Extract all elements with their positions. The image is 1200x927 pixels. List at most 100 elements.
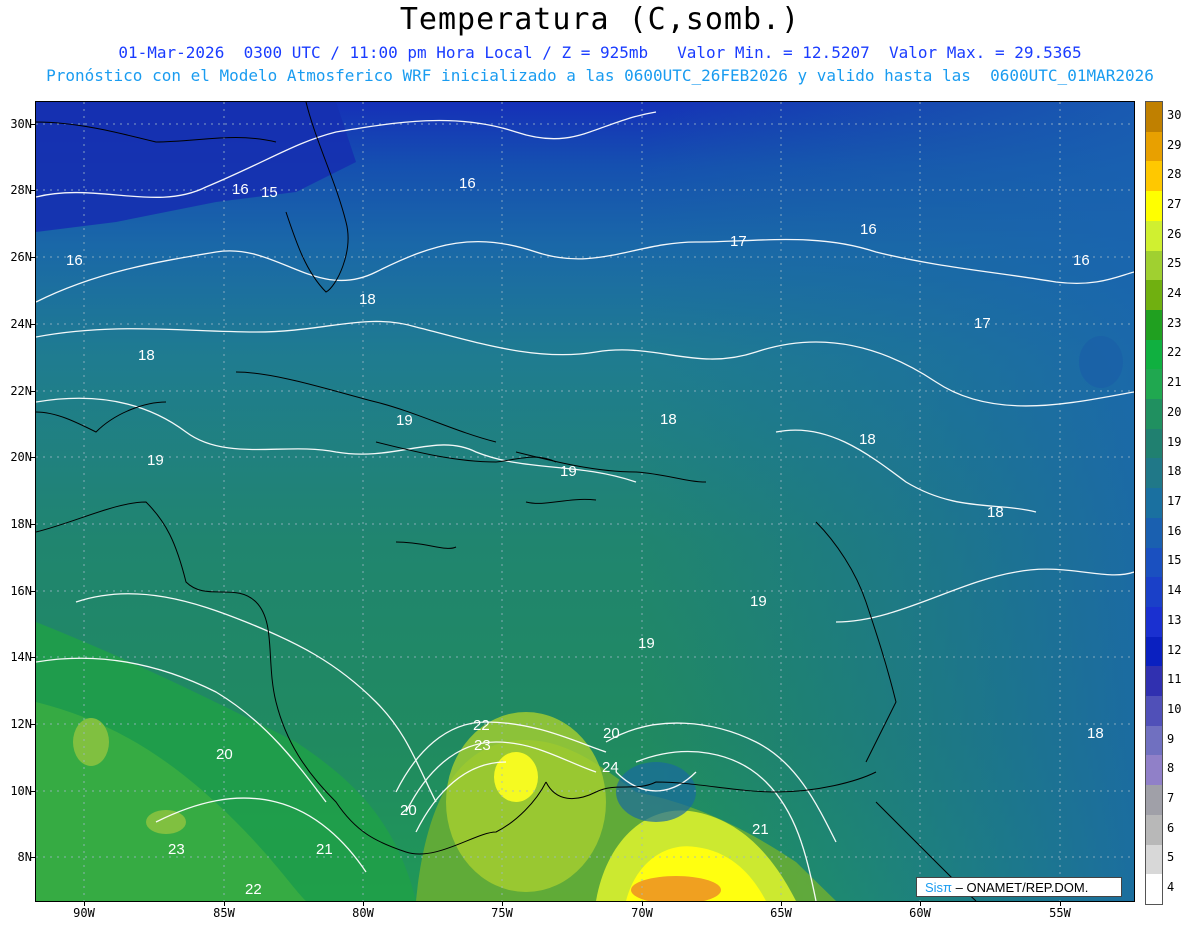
color-legend-label: 30 xyxy=(1167,107,1182,122)
lat-label: 22N xyxy=(10,384,32,398)
lat-tick xyxy=(31,457,36,458)
color-legend-swatch xyxy=(1146,577,1162,608)
lat-label: 12N xyxy=(10,717,32,731)
valid-time-line: 01-Mar-2026 0300 UTC / 11:00 pm Hora Loc… xyxy=(118,43,1082,62)
color-legend-swatch xyxy=(1146,785,1162,816)
lat-label: 14N xyxy=(10,650,32,664)
lat-tick xyxy=(31,524,36,525)
lat-label: 20N xyxy=(10,450,32,464)
contour-label: 18 xyxy=(987,504,1004,521)
contour-label: 18 xyxy=(859,431,876,448)
color-legend-label: 12 xyxy=(1167,642,1182,657)
color-legend-label: 7 xyxy=(1167,791,1175,806)
contour-label: 16 xyxy=(1073,252,1090,269)
color-legend-swatch xyxy=(1146,666,1162,697)
lat-tick xyxy=(31,190,36,191)
color-legend-label: 28 xyxy=(1167,167,1182,182)
contour-label: 17 xyxy=(974,315,991,332)
contour-label: 16 xyxy=(232,181,249,198)
lat-label: 24N xyxy=(10,317,32,331)
contour-label: 17 xyxy=(730,233,747,250)
lon-tick xyxy=(224,901,225,906)
color-legend-swatch xyxy=(1146,131,1162,162)
color-legend-swatch xyxy=(1146,547,1162,578)
contour-label: 23 xyxy=(474,737,491,754)
color-legend-swatch xyxy=(1146,220,1162,252)
color-legend-label: 4 xyxy=(1167,880,1175,895)
lat-label: 26N xyxy=(10,250,32,264)
lat-label: 8N xyxy=(17,850,32,864)
color-legend-swatch xyxy=(1146,339,1162,370)
color-legend-label: 6 xyxy=(1167,820,1175,835)
color-legend-swatch xyxy=(1146,102,1162,133)
contour-label: 18 xyxy=(138,347,155,364)
brand-logo-text: Sisπ xyxy=(925,880,953,895)
color-legend-swatch xyxy=(1146,725,1162,756)
color-legend-swatch xyxy=(1146,428,1162,459)
lat-tick xyxy=(31,124,36,125)
contour-label: 19 xyxy=(147,452,164,469)
contour-label: 20 xyxy=(400,802,417,819)
lon-tick xyxy=(84,901,85,906)
contour-label: 24 xyxy=(602,759,619,776)
lat-tick xyxy=(31,724,36,725)
color-legend-swatch xyxy=(1146,814,1162,846)
color-legend-swatch xyxy=(1146,191,1162,222)
lat-tick xyxy=(31,257,36,258)
color-legend-swatch xyxy=(1146,844,1162,875)
contour-label: 15 xyxy=(261,184,278,201)
lon-label: 55W xyxy=(1049,906,1071,920)
color-legend-label: 11 xyxy=(1167,672,1182,687)
contour-label: 16 xyxy=(459,175,476,192)
color-legend-label: 14 xyxy=(1167,583,1182,598)
lat-tick xyxy=(31,657,36,658)
lon-tick xyxy=(363,901,364,906)
color-legend-swatch xyxy=(1146,458,1162,489)
map-title: Temperatura (C,somb.) xyxy=(399,2,801,37)
color-legend-label: 8 xyxy=(1167,761,1175,776)
credit-text: – ONAMET/REP.DOM. xyxy=(955,880,1089,895)
lat-tick xyxy=(31,391,36,392)
lon-tick xyxy=(920,901,921,906)
contour-label: 20 xyxy=(603,725,620,742)
lat-label: 18N xyxy=(10,517,32,531)
contour-label: 19 xyxy=(750,593,767,610)
color-legend-label: 27 xyxy=(1167,196,1182,211)
color-legend-swatch xyxy=(1146,399,1162,430)
contour-label: 18 xyxy=(359,291,376,308)
lat-label: 10N xyxy=(10,784,32,798)
map-canvas: 16 15 16 16 17 16 16 17 18 18 19 19 19 1… xyxy=(36,102,1134,901)
color-legend-label: 16 xyxy=(1167,523,1182,538)
lat-tick xyxy=(31,791,36,792)
lon-label: 75W xyxy=(491,906,513,920)
color-legend-swatch xyxy=(1146,161,1162,192)
color-legend-swatch xyxy=(1146,696,1162,727)
color-legend-label: 23 xyxy=(1167,315,1182,330)
lat-label: 30N xyxy=(10,117,32,131)
contour-label: 16 xyxy=(66,252,83,269)
color-legend-swatch xyxy=(1146,606,1162,638)
contour-label: 19 xyxy=(560,463,577,480)
contour-label: 19 xyxy=(638,635,655,652)
lon-tick xyxy=(1060,901,1061,906)
lat-tick xyxy=(31,591,36,592)
lon-label: 70W xyxy=(631,906,653,920)
temperature-map: 16 15 16 16 17 16 16 17 18 18 19 19 19 1… xyxy=(36,102,1134,901)
color-legend-swatch xyxy=(1146,755,1162,786)
contour-label: 22 xyxy=(245,881,262,898)
color-legend-swatch xyxy=(1146,369,1162,400)
lon-label: 65W xyxy=(770,906,792,920)
color-legend-label: 21 xyxy=(1167,375,1182,390)
color-legend-label: 25 xyxy=(1167,256,1182,271)
color-legend-label: 18 xyxy=(1167,464,1182,479)
color-legend-swatch xyxy=(1146,250,1162,281)
color-legend-label: 20 xyxy=(1167,404,1182,419)
lon-tick xyxy=(642,901,643,906)
color-legend-label: 9 xyxy=(1167,731,1175,746)
color-legend-swatch xyxy=(1146,280,1162,311)
color-legend-label: 15 xyxy=(1167,553,1182,568)
color-legend-swatch xyxy=(1146,488,1162,519)
contour-label: 19 xyxy=(396,412,413,429)
credit-box: Sisπ – ONAMET/REP.DOM. xyxy=(916,877,1122,897)
contour-label: 16 xyxy=(860,221,877,238)
